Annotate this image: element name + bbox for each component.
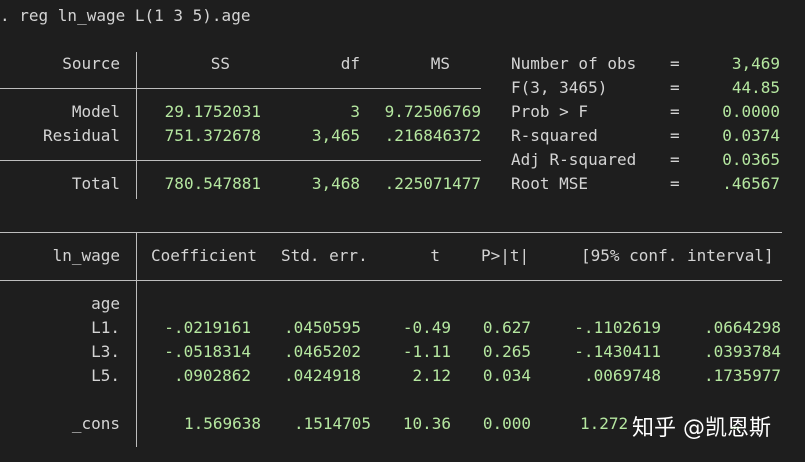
coef-row-ci-lower: -.1430411: [574, 342, 661, 361]
coef-row-se: .1514705: [293, 414, 371, 433]
anova-header-source: Source: [62, 54, 120, 73]
anova-row-source: Model: [71, 102, 120, 121]
coef-vertical-divider: [136, 232, 137, 447]
anova-total-ms: .225071477: [384, 174, 481, 193]
anova-row-ss: 751.372678: [164, 126, 261, 145]
stat-equals: =: [670, 126, 680, 145]
stat-value: 3,469: [731, 54, 780, 73]
coef-row-ci-upper: .0393784: [703, 342, 781, 361]
coef-row-p: 0.265: [482, 342, 531, 361]
coef-top-divider: [0, 232, 782, 233]
coef-row-se: .0424918: [283, 366, 361, 385]
coef-header-coef: Coefficient: [151, 246, 257, 265]
coef-row-var: _cons: [71, 414, 120, 433]
stat-equals: =: [670, 78, 680, 97]
coef-row-t: 10.36: [402, 414, 451, 433]
stat-equals: =: [670, 150, 680, 169]
coef-row-var: L3.: [91, 342, 120, 361]
stat-value: .46567: [722, 174, 780, 193]
anova-row-ms: .216846372: [384, 126, 481, 145]
coef-row-se: .0450595: [283, 318, 361, 337]
coef-row-t: 2.12: [412, 366, 451, 385]
coef-header-var: ln_wage: [52, 246, 120, 265]
coef-header-ci: [95% conf. interval]: [581, 246, 774, 265]
coef-header-t: t: [430, 246, 440, 265]
stat-value: 0.0365: [722, 150, 780, 169]
coef-header-se: Std. err.: [281, 246, 368, 265]
coef-row-coef: -.0518314: [164, 342, 251, 361]
coef-row-t: -1.11: [402, 342, 451, 361]
coef-row-ci-lower: 1.272: [580, 414, 629, 433]
stat-equals: =: [670, 174, 680, 193]
stat-value: 0.0374: [722, 126, 780, 145]
stat-label: F(3, 3465): [511, 78, 608, 97]
coef-row-ci-upper: .0664298: [703, 318, 781, 337]
anova-total-ss: 780.547881: [164, 174, 261, 193]
anova-vertical-divider: [136, 52, 137, 199]
command-line: . reg ln_wage L(1 3 5).age: [0, 6, 251, 25]
stat-label: Adj R-squared: [511, 150, 637, 169]
watermark-logo: 知乎 @凯恩斯: [632, 416, 771, 441]
coef-row-p: 0.627: [482, 318, 531, 337]
anova-total-df: 3,468: [311, 174, 360, 193]
coef-header-divider: [0, 280, 782, 281]
coef-row-p: 0.034: [482, 366, 531, 385]
coef-row-p: 0.000: [482, 414, 531, 433]
anova-row-df: 3: [350, 102, 360, 121]
anova-header-df: df: [340, 54, 360, 73]
stat-value: 44.85: [731, 78, 780, 97]
stat-equals: =: [670, 102, 680, 121]
coef-row-coef: .0902862: [173, 366, 251, 385]
anova-header-ss: SS: [210, 54, 230, 73]
stat-equals: =: [670, 54, 680, 73]
coef-row-se: .0465202: [283, 342, 361, 361]
stat-label: Root MSE: [511, 174, 589, 193]
anova-row-df: 3,465: [311, 126, 360, 145]
anova-header-ms: MS: [430, 54, 450, 73]
coef-row-ci-lower: -.1102619: [574, 318, 661, 337]
coef-header-p: P>|t|: [481, 246, 530, 265]
coef-row-coef: -.0219161: [164, 318, 251, 337]
coef-group-label: age: [91, 294, 120, 313]
coef-row-coef: 1.569638: [183, 414, 261, 433]
anova-header-divider: [0, 88, 481, 89]
anova-row-ms: 9.72506769: [384, 102, 481, 121]
anova-row-source: Residual: [42, 126, 120, 145]
anova-total-divider: [0, 160, 481, 161]
anova-total-source: Total: [71, 174, 120, 193]
stat-label: Number of obs: [511, 54, 637, 73]
stat-value: 0.0000: [722, 102, 780, 121]
coef-row-ci-upper: .1735977: [703, 366, 781, 385]
stat-label: R-squared: [511, 126, 598, 145]
coef-row-t: -0.49: [402, 318, 451, 337]
coef-row-ci-lower: .0069748: [583, 366, 661, 385]
stat-label: Prob > F: [511, 102, 589, 121]
coef-row-var: L1.: [91, 318, 120, 337]
coef-row-var: L5.: [91, 366, 120, 385]
anova-row-ss: 29.1752031: [164, 102, 261, 121]
